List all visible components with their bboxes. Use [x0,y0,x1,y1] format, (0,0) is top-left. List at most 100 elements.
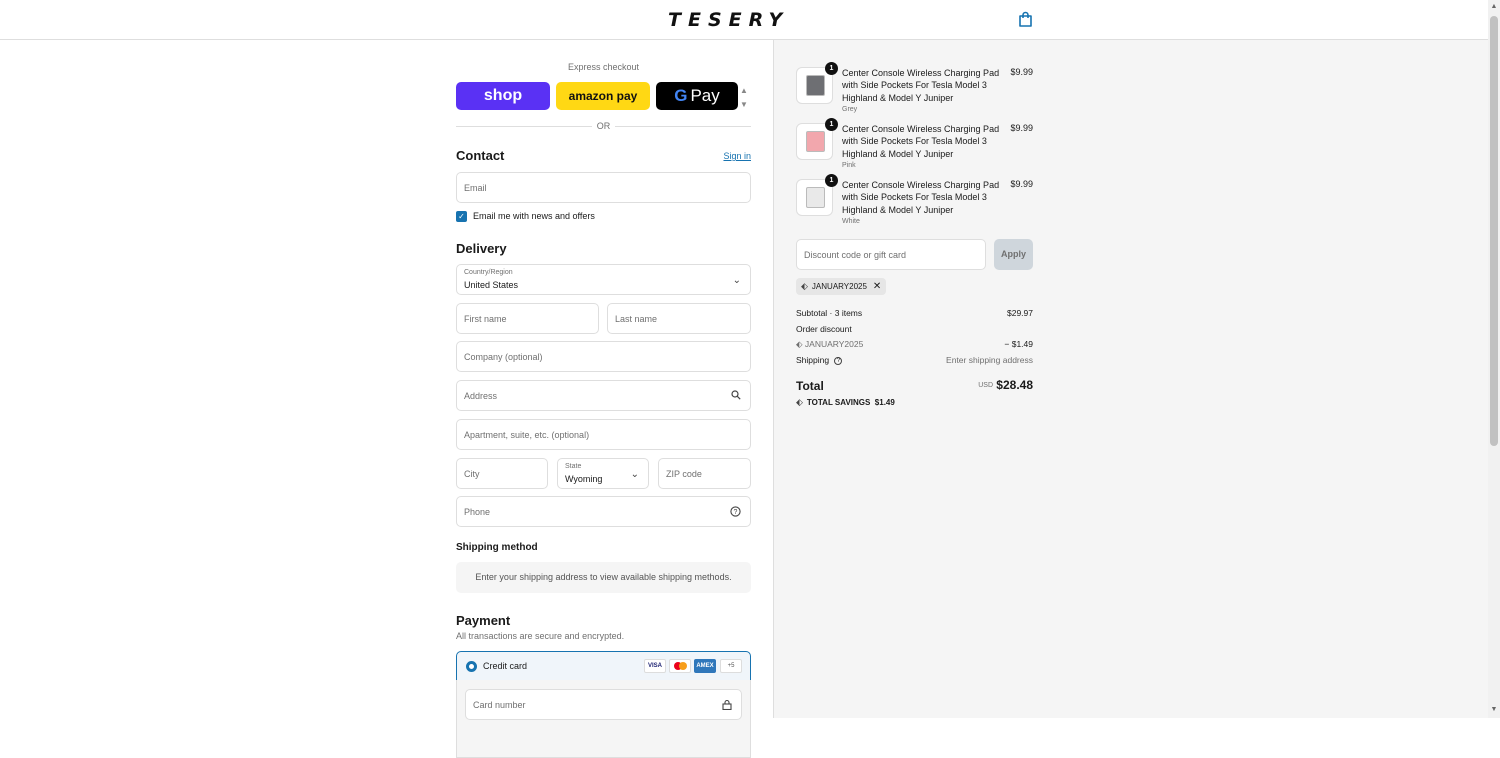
applied-code: JANUARY2025 [811,282,867,291]
savings-value: $1.49 [874,398,895,407]
express-checkout-label: Express checkout [567,62,640,72]
state-value: Wyoming [565,474,603,484]
more-cards-badge: +5 [720,659,742,673]
total-label: Total [796,379,824,393]
apartment-placeholder: Apartment, suite, etc. (optional) [464,430,590,440]
brand-logo[interactable]: TESERY [668,9,789,31]
shop-pay-button[interactable]: shop [456,82,550,110]
quantity-badge: 1 [825,62,838,75]
google-pay-button[interactable]: G Pay [656,82,738,110]
shipping-method-heading: Shipping method [456,542,538,553]
product-swatch [806,131,825,152]
last-name-placeholder: Last name [615,314,658,324]
product-variant: White [842,218,860,225]
credit-card-panel: Card number [456,680,751,758]
visa-icon: VISA [644,659,666,673]
apply-discount-button[interactable]: Apply [994,239,1033,270]
delivery-heading: Delivery [456,241,507,256]
scroll-down-icon[interactable]: ▼ [1490,706,1498,714]
product-title: Center Console Wireless Charging Pad wit… [842,68,1000,103]
total-currency: USD [978,382,993,389]
total-value: $28.48 [996,378,1033,392]
product-title: Center Console Wireless Charging Pad wit… [842,180,1000,215]
or-divider: OR [456,121,751,133]
zip-field[interactable]: ZIP code [658,458,751,489]
shipping-value: Enter shipping address [946,355,1033,365]
product-title: Center Console Wireless Charging Pad wit… [842,124,1000,159]
zip-placeholder: ZIP code [666,469,702,479]
scroll-up-icon[interactable]: ▲ [1490,3,1498,11]
discount-code-input[interactable]: Discount code or gift card [796,239,986,270]
discount-placeholder: Discount code or gift card [804,250,907,260]
help-circle-icon[interactable]: ? [834,356,843,365]
top-bar: TESERY [0,0,1488,40]
product-variant: Grey [842,106,858,113]
product-swatch [806,75,825,96]
lock-icon [722,699,732,710]
quantity-badge: 1 [825,174,838,187]
discount-code-label: JANUARY2025 [804,339,864,349]
google-pay-label: Pay [690,86,720,105]
newsletter-label: Email me with news and offers [473,211,595,221]
chevron-down-icon: ⌄ [732,275,741,286]
credit-card-option[interactable]: Credit card VISA AMEX +5 [456,651,751,681]
last-name-field[interactable]: Last name [607,303,751,334]
express-scroll-arrows[interactable]: ▲ ▼ [740,84,748,112]
card-number-field[interactable]: Card number [465,689,742,720]
quantity-badge: 1 [825,118,838,131]
sign-in-link[interactable]: Sign in [723,151,751,161]
search-icon [731,390,741,400]
shopping-bag-icon[interactable] [1017,11,1034,28]
chevron-down-icon: ⌄ [630,469,639,480]
card-number-placeholder: Card number [473,700,526,710]
applied-discount-chip: ⬖ JANUARY2025 ✕ [796,278,887,295]
cart-item: 1 Center Console Wireless Charging Pad w… [796,62,1033,113]
newsletter-checkbox-row[interactable]: ✓ Email me with news and offers [456,210,595,222]
country-select[interactable]: Country/Region United States ⌄ [456,264,751,295]
contact-heading: Contact [456,148,505,163]
payment-heading: Payment [456,613,511,628]
first-name-field[interactable]: First name [456,303,599,334]
city-field[interactable]: City [456,458,548,489]
caret-up-icon[interactable]: ▲ [740,84,748,98]
caret-down-icon[interactable]: ▼ [740,98,748,112]
savings-tag-icon: ⬖ [796,397,803,407]
newsletter-checkbox[interactable]: ✓ [456,210,467,222]
city-placeholder: City [464,469,480,479]
product-price: $9.99 [1010,123,1033,133]
credit-card-radio[interactable] [466,661,477,672]
amex-icon: AMEX [694,659,716,673]
email-field[interactable]: Email [456,172,751,203]
phone-field[interactable]: Phone ? [456,496,751,527]
state-select[interactable]: State Wyoming ⌄ [557,458,649,489]
product-price: $9.99 [1010,67,1033,77]
apartment-field[interactable]: Apartment, suite, etc. (optional) [456,419,751,450]
remove-discount-icon[interactable]: ✕ [873,281,881,292]
address-placeholder: Address [464,391,498,401]
tag-icon: ⬖ [796,339,805,349]
order-discount-row: Order discount [796,324,1033,334]
first-name-placeholder: First name [464,314,507,324]
cart-item: 1 Center Console Wireless Charging Pad w… [796,174,1033,225]
subtotal-label: Subtotal · 3 items [796,308,863,318]
subtotal-value: $29.97 [1007,308,1033,318]
amazon-pay-button[interactable]: amazon pay [556,82,650,110]
country-label: Country/Region [464,269,513,276]
scrollbar-thumb[interactable] [1490,16,1498,446]
email-placeholder: Email [464,183,487,193]
order-discount-label: Order discount [796,324,852,334]
help-circle-icon[interactable]: ? [730,506,741,517]
google-g-icon: G [674,86,688,105]
mastercard-icon [669,659,691,673]
page-scrollbar[interactable]: ▲ ▼ [1488,0,1500,718]
product-swatch [806,187,825,208]
discount-value: − $1.49 [1004,339,1033,349]
or-label: OR [596,121,611,131]
subtotal-row: Subtotal · 3 items $29.97 [796,308,1033,318]
company-placeholder: Company (optional) [464,352,543,362]
company-field[interactable]: Company (optional) [456,341,751,372]
cart-item: 1 Center Console Wireless Charging Pad w… [796,118,1033,169]
address-field[interactable]: Address [456,380,751,411]
discount-code-row: ⬖ JANUARY2025 − $1.49 [796,339,1033,350]
payment-subtitle: All transactions are secure and encrypte… [456,631,625,641]
